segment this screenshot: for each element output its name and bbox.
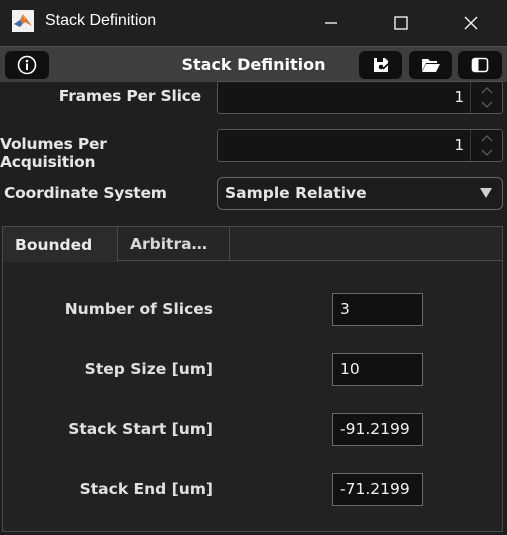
save-button[interactable] — [359, 51, 402, 79]
chevron-down-icon — [481, 149, 492, 157]
tab-arbitrary[interactable]: Arbitra… — [118, 227, 230, 261]
maximize-icon — [394, 15, 408, 30]
increment-button[interactable] — [471, 82, 502, 98]
folder-open-icon — [421, 59, 440, 72]
matlab-icon — [12, 10, 34, 32]
toolbar: Stack Definition — [0, 46, 507, 82]
caret-down-icon — [480, 188, 492, 198]
spinner-arrows — [470, 130, 502, 161]
chevron-up-icon — [481, 86, 492, 94]
stack-end-value: -71.2199 — [340, 480, 410, 498]
tab-group: Bounded Arbitra… Number of Slices 3 Step… — [2, 226, 503, 532]
number-of-slices-field[interactable]: 3 — [332, 293, 423, 326]
volumes-per-acquisition-value[interactable]: 1 — [454, 136, 464, 154]
chevron-up-icon — [481, 134, 492, 142]
number-of-slices-value: 3 — [340, 300, 350, 318]
stack-start-field[interactable]: -91.2199 — [332, 413, 423, 446]
close-icon — [464, 16, 478, 29]
volumes-per-acquisition-spinner[interactable]: 1 — [217, 129, 503, 162]
stack-start-label: Stack Start [um] — [68, 420, 213, 438]
tab-bounded[interactable]: Bounded — [3, 227, 118, 262]
panel-toggle-icon — [471, 57, 489, 73]
coordinate-system-value: Sample Relative — [225, 184, 367, 202]
spinner-arrows — [470, 82, 502, 113]
stack-end-field[interactable]: -71.2199 — [332, 473, 423, 506]
save-icon — [373, 58, 389, 72]
maximize-button[interactable] — [366, 0, 436, 45]
decrement-button[interactable] — [471, 98, 502, 114]
decrement-button[interactable] — [471, 146, 502, 162]
title-bar: Stack Definition — [0, 0, 507, 45]
tab-bar: Bounded Arbitra… — [3, 227, 502, 262]
increment-button[interactable] — [471, 130, 502, 146]
number-of-slices-label: Number of Slices — [64, 300, 213, 318]
frames-per-slice-spinner[interactable]: 1 — [217, 81, 503, 114]
window-title: Stack Definition — [45, 12, 157, 29]
chevron-down-icon — [481, 101, 492, 109]
frames-per-slice-value[interactable]: 1 — [454, 88, 464, 106]
step-size-label: Step Size [um] — [84, 360, 213, 378]
coordinate-system-dropdown[interactable]: Sample Relative — [217, 177, 503, 210]
step-size-field[interactable]: 10 — [332, 353, 423, 386]
minimize-button[interactable] — [296, 0, 366, 45]
stack-start-value: -91.2199 — [340, 420, 410, 438]
stack-end-label: Stack End [um] — [79, 480, 213, 498]
coordinate-system-label: Coordinate System — [4, 184, 167, 202]
minimize-icon — [325, 21, 337, 24]
panel-toggle-button[interactable] — [458, 51, 502, 79]
open-folder-button[interactable] — [409, 51, 452, 79]
frames-per-slice-label: Frames Per Slice — [58, 87, 201, 105]
step-size-value: 10 — [340, 360, 360, 378]
volumes-per-acquisition-label: Volumes Per Acquisition — [0, 135, 107, 171]
close-button[interactable] — [436, 0, 506, 45]
